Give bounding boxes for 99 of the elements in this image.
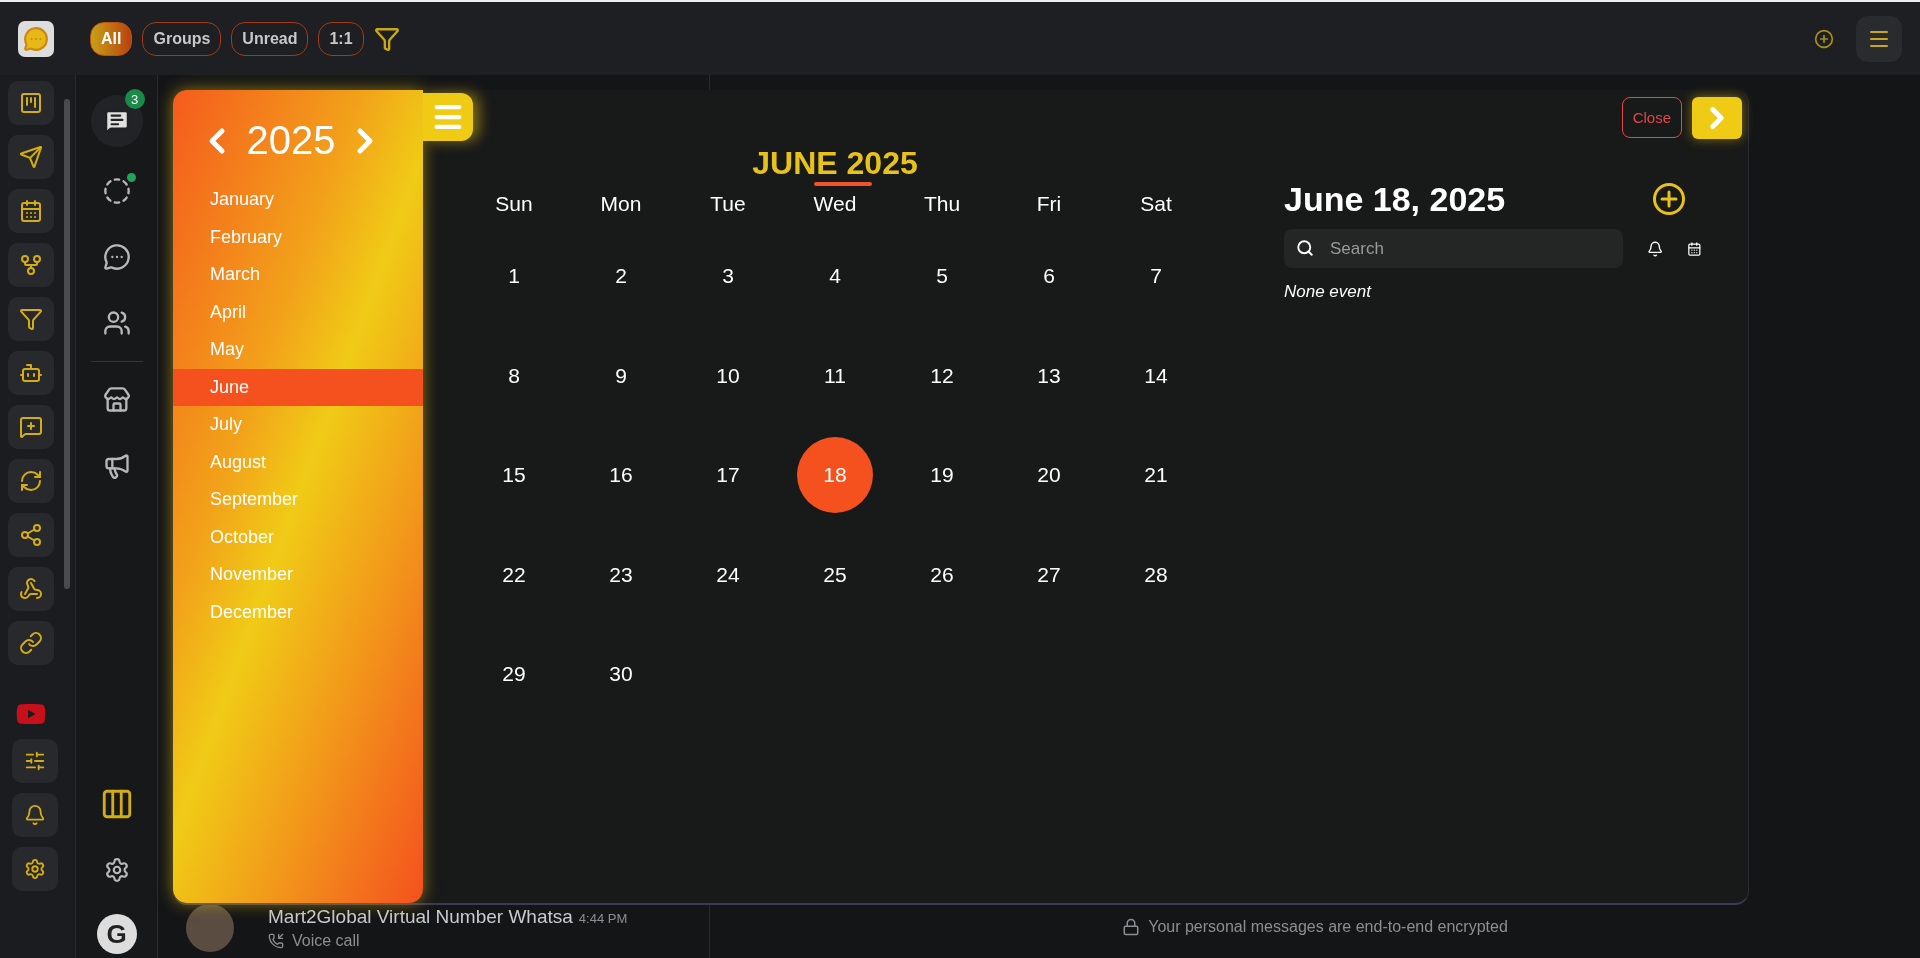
branch-icon bbox=[19, 253, 43, 277]
chat-name[interactable]: Mart2Global Virtual Number Whatsa bbox=[268, 906, 573, 928]
kanban-icon bbox=[19, 91, 43, 115]
filter-chip[interactable]: 1:1 bbox=[318, 21, 364, 56]
chat-bubble-icon bbox=[102, 243, 131, 271]
chat-subtitle: Voice call bbox=[292, 932, 360, 950]
app-logo[interactable] bbox=[18, 20, 54, 57]
weekday-label: Sat bbox=[1139, 191, 1173, 217]
calendar-day[interactable]: 20 bbox=[1011, 437, 1087, 513]
filter-icon[interactable] bbox=[373, 25, 400, 52]
sliders-icon bbox=[24, 750, 46, 772]
calendar-button[interactable] bbox=[8, 189, 54, 233]
calendar-day[interactable]: 14 bbox=[1118, 337, 1194, 414]
calendar-day[interactable]: 11 bbox=[797, 337, 873, 414]
calendar-day[interactable]: 7 bbox=[1118, 238, 1194, 314]
calendar-day[interactable]: 27 bbox=[1011, 536, 1087, 613]
weekday-label: Sun bbox=[494, 191, 534, 217]
calendar-day[interactable]: 15 bbox=[476, 437, 552, 513]
settings-icon bbox=[103, 857, 130, 883]
scrollbar[interactable] bbox=[64, 99, 70, 589]
settings-button[interactable] bbox=[12, 847, 58, 891]
calendar-day[interactable]: 4 bbox=[797, 238, 873, 314]
message-plus-icon bbox=[19, 415, 43, 439]
sliders-button[interactable] bbox=[12, 739, 58, 783]
status-icon bbox=[102, 177, 131, 205]
calendar-day[interactable]: 17 bbox=[690, 437, 766, 513]
calendar-day[interactable]: 22 bbox=[476, 536, 552, 613]
calendar-day[interactable]: 13 bbox=[1011, 337, 1087, 414]
kanban-button[interactable] bbox=[8, 81, 54, 125]
weekday-label: Thu bbox=[922, 191, 962, 217]
calendar-day[interactable]: 2 bbox=[583, 238, 659, 314]
robot-button[interactable] bbox=[8, 351, 54, 395]
filter-chip[interactable]: All bbox=[90, 21, 133, 56]
calendar-day[interactable]: 28 bbox=[1118, 536, 1194, 613]
calendar-day[interactable]: 26 bbox=[904, 536, 980, 613]
empty-events-text: None event bbox=[1284, 282, 1373, 302]
chat-time: 4:44 PM bbox=[578, 911, 628, 926]
menu-button[interactable] bbox=[1856, 15, 1902, 62]
weekday-label: Wed bbox=[812, 191, 858, 217]
filter-chip[interactable]: Groups bbox=[142, 21, 222, 56]
settings-icon bbox=[24, 858, 46, 880]
calendar-day[interactable]: 21 bbox=[1118, 437, 1194, 513]
menu-button[interactable] bbox=[423, 93, 473, 141]
photo-placeholder bbox=[186, 904, 234, 952]
lock-icon bbox=[1122, 918, 1141, 936]
weekday-label: Tue bbox=[709, 191, 747, 217]
send-icon bbox=[19, 145, 43, 169]
message-plus-button[interactable] bbox=[8, 405, 54, 449]
calendar-day[interactable]: 5 bbox=[904, 238, 980, 314]
calendar-day[interactable]: 12 bbox=[904, 337, 980, 414]
send-button[interactable] bbox=[8, 135, 54, 179]
filter-button[interactable] bbox=[8, 297, 54, 341]
calendar-day[interactable]: 9 bbox=[583, 337, 659, 414]
weekday-label: Mon bbox=[599, 191, 643, 217]
network-button[interactable] bbox=[8, 513, 54, 557]
close-button[interactable]: Close bbox=[1621, 97, 1682, 138]
refresh-button[interactable] bbox=[8, 459, 54, 503]
add-event-icon[interactable] bbox=[1652, 182, 1686, 216]
calendar-day[interactable]: 16 bbox=[583, 437, 659, 513]
calendar-day[interactable]: 3 bbox=[690, 238, 766, 314]
store-icon bbox=[102, 386, 131, 414]
unread-badge: 3 bbox=[124, 89, 145, 109]
people-icon bbox=[102, 309, 131, 337]
calendar-day[interactable]: 10 bbox=[690, 337, 766, 414]
month-title: JUNE 2025 bbox=[752, 145, 918, 182]
filter-icon bbox=[19, 307, 43, 331]
link-button[interactable] bbox=[8, 621, 54, 665]
calendar-day[interactable]: 25 bbox=[797, 536, 873, 613]
calendar-day[interactable]: 29 bbox=[476, 636, 552, 712]
filter-chip[interactable]: Unread bbox=[231, 21, 309, 56]
refresh-icon bbox=[19, 469, 43, 493]
calendar-icon bbox=[19, 199, 43, 223]
profile-avatar[interactable]: G bbox=[96, 914, 137, 954]
webhook-button[interactable] bbox=[8, 567, 54, 611]
phone-icon bbox=[268, 933, 284, 949]
link-icon bbox=[19, 631, 43, 655]
title-underline bbox=[814, 182, 873, 186]
calendar-day[interactable]: 23 bbox=[583, 536, 659, 613]
search-icon bbox=[1296, 239, 1314, 257]
encryption-notice: Your personal messages are end-to-end encrypted bbox=[1148, 918, 1508, 936]
notifications-button[interactable] bbox=[12, 793, 58, 837]
bell-icon bbox=[24, 804, 46, 826]
add-icon[interactable] bbox=[1814, 28, 1834, 49]
weekday-label: Fri bbox=[1035, 191, 1063, 217]
webhook-icon bbox=[19, 577, 43, 601]
calendar-day[interactable]: 1 bbox=[476, 238, 552, 314]
selected-date-title: June 18, 2025 bbox=[1284, 179, 1506, 219]
megaphone-icon bbox=[102, 452, 131, 480]
year-label: 2025 bbox=[246, 118, 336, 163]
calendar-day[interactable]: 6 bbox=[1011, 238, 1087, 314]
calendar-day[interactable]: 19 bbox=[904, 437, 980, 513]
calendar-icon[interactable] bbox=[1687, 239, 1702, 258]
calendar-day[interactable]: 24 bbox=[690, 536, 766, 613]
search-field[interactable]: Search bbox=[1284, 229, 1623, 268]
robot-icon bbox=[19, 361, 43, 385]
network-icon bbox=[19, 523, 43, 547]
calendar-day[interactable]: 30 bbox=[583, 636, 659, 712]
calendar-day[interactable]: 8 bbox=[476, 337, 552, 414]
branch-button[interactable] bbox=[8, 243, 54, 287]
